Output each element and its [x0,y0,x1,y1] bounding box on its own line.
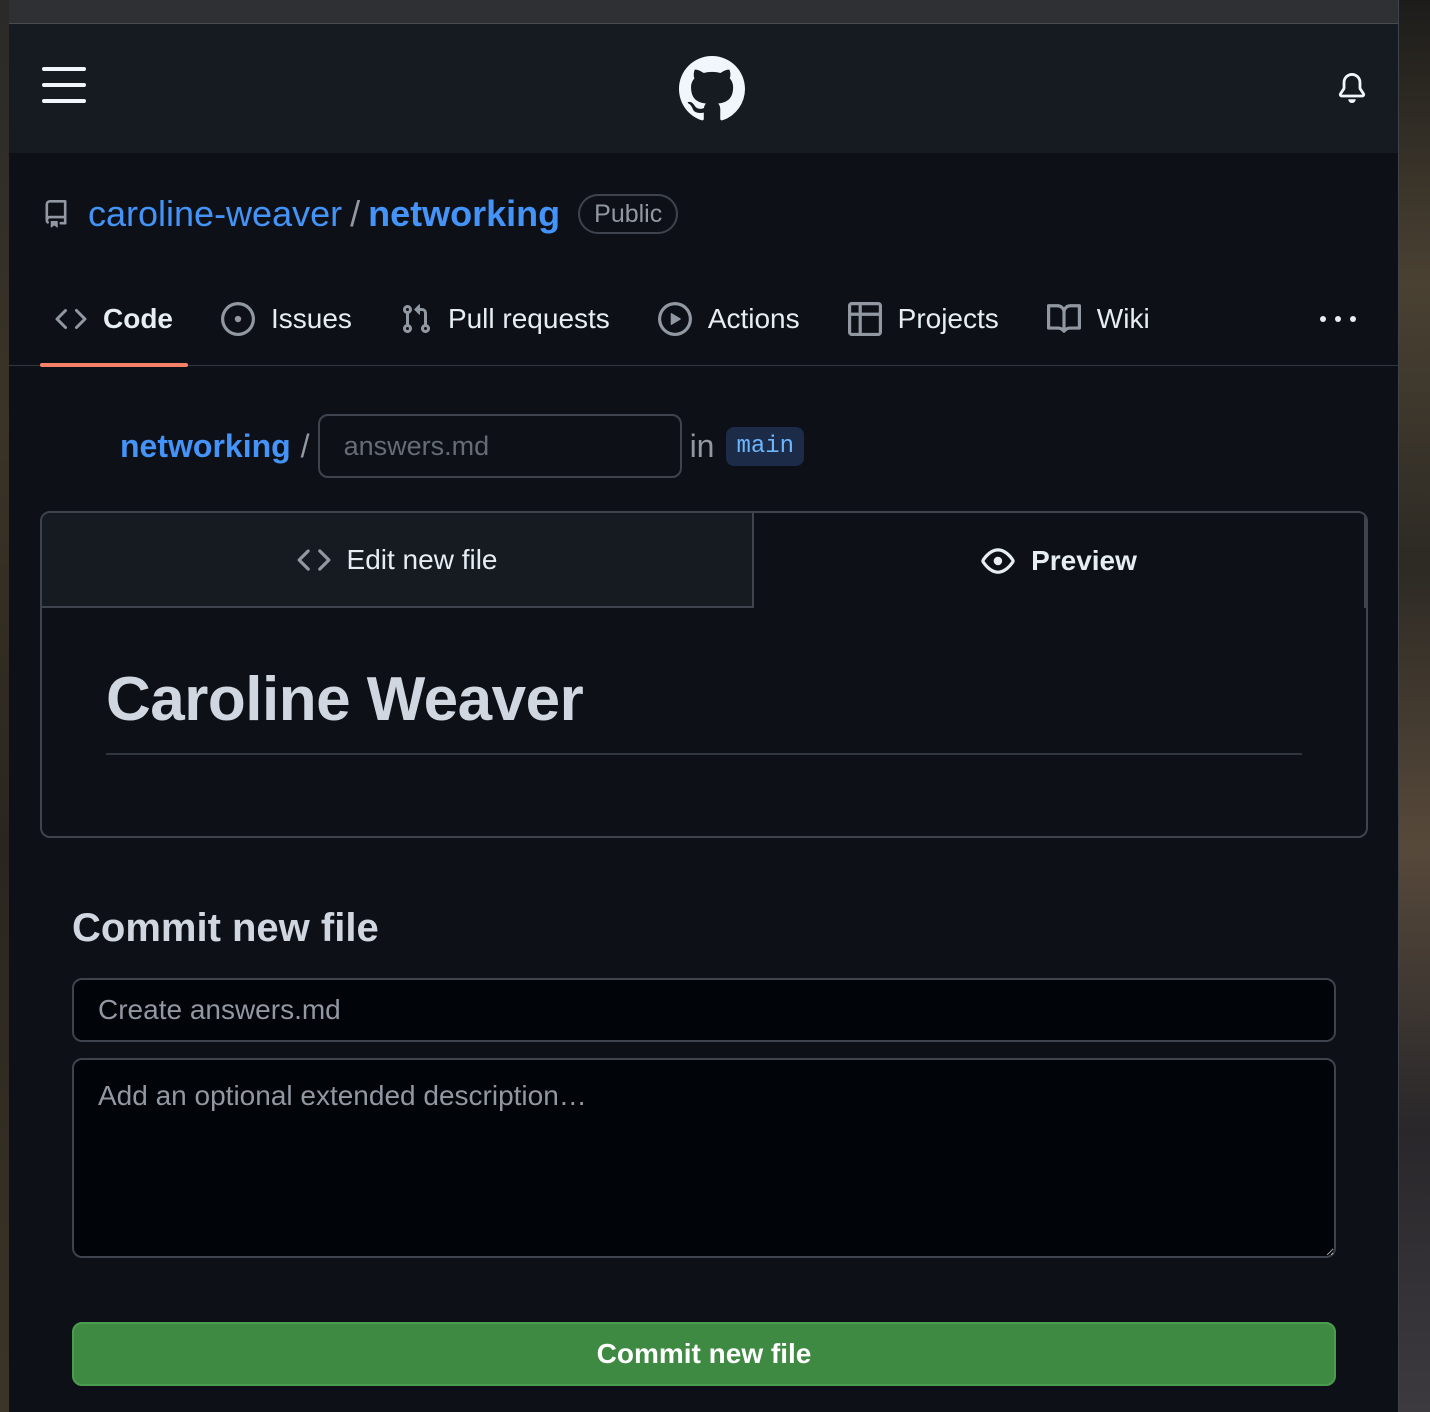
eye-icon [981,547,1015,574]
site-header [9,24,1398,153]
tab-label: Issues [271,303,352,334]
tab-code[interactable]: Code [40,281,188,367]
git-pull-request-icon [402,304,430,334]
tab-label: Actions [707,303,800,334]
filename-input[interactable] [317,414,682,478]
table-icon [847,302,882,336]
path-separator: / [300,427,310,464]
tab-pull-requests[interactable]: Pull requests [385,281,625,357]
browser-window: caroline-weaver / networking Public Code… [9,0,1399,1412]
repo-icon [45,200,67,228]
tab-edit-new-file[interactable]: Edit new file [42,513,754,608]
edit-tab-label: Edit new file [346,543,498,575]
tab-label: Code [103,303,173,334]
visibility-badge: Public [578,194,679,234]
repo-title: caroline-weaver / networking Public [42,193,679,235]
branch-badge: main [726,426,805,466]
tab-projects[interactable]: Projects [833,281,1014,357]
desktop-backdrop-right [1398,0,1430,1412]
commit-new-file-button[interactable]: Commit new file [72,1322,1336,1386]
tab-label: Pull requests [447,303,610,334]
desktop-backdrop-left [0,0,9,1412]
hamburger-menu-icon[interactable] [42,67,86,103]
tab-wiki[interactable]: Wiki [1032,281,1165,357]
commit-description-textarea[interactable] [72,1058,1336,1258]
preview-content: Caroline Weaver [42,608,1366,755]
repo-separator: / [350,193,361,234]
tab-label: Wiki [1096,303,1150,334]
path-repo-link[interactable]: networking [120,428,291,465]
code-icon [55,308,87,330]
commit-message-input[interactable] [72,978,1336,1042]
editor-tabs: Edit new file Preview [42,513,1366,608]
in-label: in [689,427,715,464]
repo-header: caroline-weaver / networking Public Code… [9,153,1398,367]
commit-section-title: Commit new file [72,906,379,950]
code-icon [297,548,330,571]
play-icon [657,302,692,336]
tab-actions[interactable]: Actions [643,281,815,357]
issue-opened-icon [221,302,255,336]
repo-nav-tabs: Code Issues Pull requests Actions Projec… [40,281,1398,367]
github-logo-icon[interactable] [679,56,745,122]
tab-label: Projects [897,303,999,334]
repo-owner-link[interactable]: caroline-weaver [88,193,342,235]
tab-issues[interactable]: Issues [206,281,367,357]
preview-heading: Caroline Weaver [106,664,1302,755]
window-titlebar [9,0,1398,24]
bell-icon[interactable] [1337,71,1367,105]
book-icon [1046,304,1081,333]
file-path-row: networking / in main [120,414,805,478]
repo-name-link[interactable]: networking [368,193,560,235]
tab-preview[interactable]: Preview [754,513,1366,608]
file-editor: Edit new file Preview Caroline Weaver [40,511,1368,838]
preview-tab-label: Preview [1031,544,1137,576]
more-tabs-icon[interactable] [1320,307,1356,331]
